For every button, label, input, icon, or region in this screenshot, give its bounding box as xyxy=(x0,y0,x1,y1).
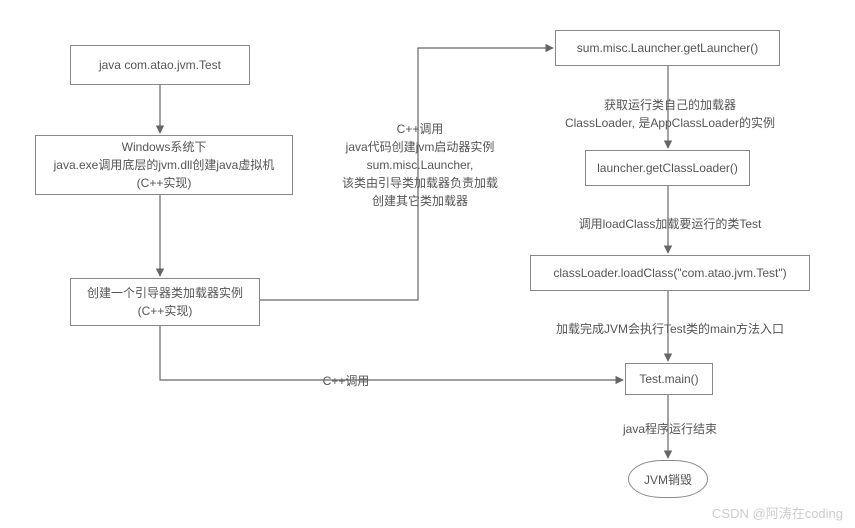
node-testmain-text: Test.main() xyxy=(639,370,698,388)
edge-getclassloader-loadclass-label: 调用loadClass加载要运行的类Test xyxy=(570,215,770,233)
node-windows-jvm: Windows系统下 java.exe调用底层的jvm.dll创建java虚拟机… xyxy=(35,135,293,195)
node-java-cmd: java com.atao.jvm.Test xyxy=(70,45,250,85)
edge-loadclass-main-label: 加载完成JVM会执行Test类的main方法入口 xyxy=(530,320,810,338)
node-jvm-destroy: JVM销毁 xyxy=(628,460,708,498)
watermark: CSDN @阿涛在coding xyxy=(712,503,843,522)
node-bootstrap-loader: 创建一个引导器类加载器实例 (C++实现) xyxy=(70,278,260,326)
edge-bootstrap-main-label: C++调用 xyxy=(316,372,376,390)
node-java-cmd-text: java com.atao.jvm.Test xyxy=(99,56,221,74)
edge-cpp-launcher-label: C++调用 java代码创建jvm启动器实例 sum.misc.Launcher… xyxy=(330,120,510,210)
node-bootstrap-loader-text: 创建一个引导器类加载器实例 (C++实现) xyxy=(87,284,243,320)
node-testmain: Test.main() xyxy=(625,363,713,395)
node-getlauncher: sum.misc.Launcher.getLauncher() xyxy=(555,30,780,66)
node-windows-jvm-text: Windows系统下 java.exe调用底层的jvm.dll创建java虚拟机… xyxy=(54,138,275,192)
node-getlauncher-text: sum.misc.Launcher.getLauncher() xyxy=(577,39,758,57)
edge-main-destroy-label: java程序运行结束 xyxy=(620,420,720,438)
edge-getlauncher-getclassloader-label: 获取运行类自己的加载器 ClassLoader, 是AppClassLoader… xyxy=(550,96,790,132)
node-loadclass-text: classLoader.loadClass("com.atao.jvm.Test… xyxy=(553,264,786,282)
node-getclassloader-text: launcher.getClassLoader() xyxy=(597,159,738,177)
node-jvm-destroy-text: JVM销毁 xyxy=(644,471,692,488)
node-loadclass: classLoader.loadClass("com.atao.jvm.Test… xyxy=(530,255,810,291)
node-getclassloader: launcher.getClassLoader() xyxy=(585,150,750,186)
